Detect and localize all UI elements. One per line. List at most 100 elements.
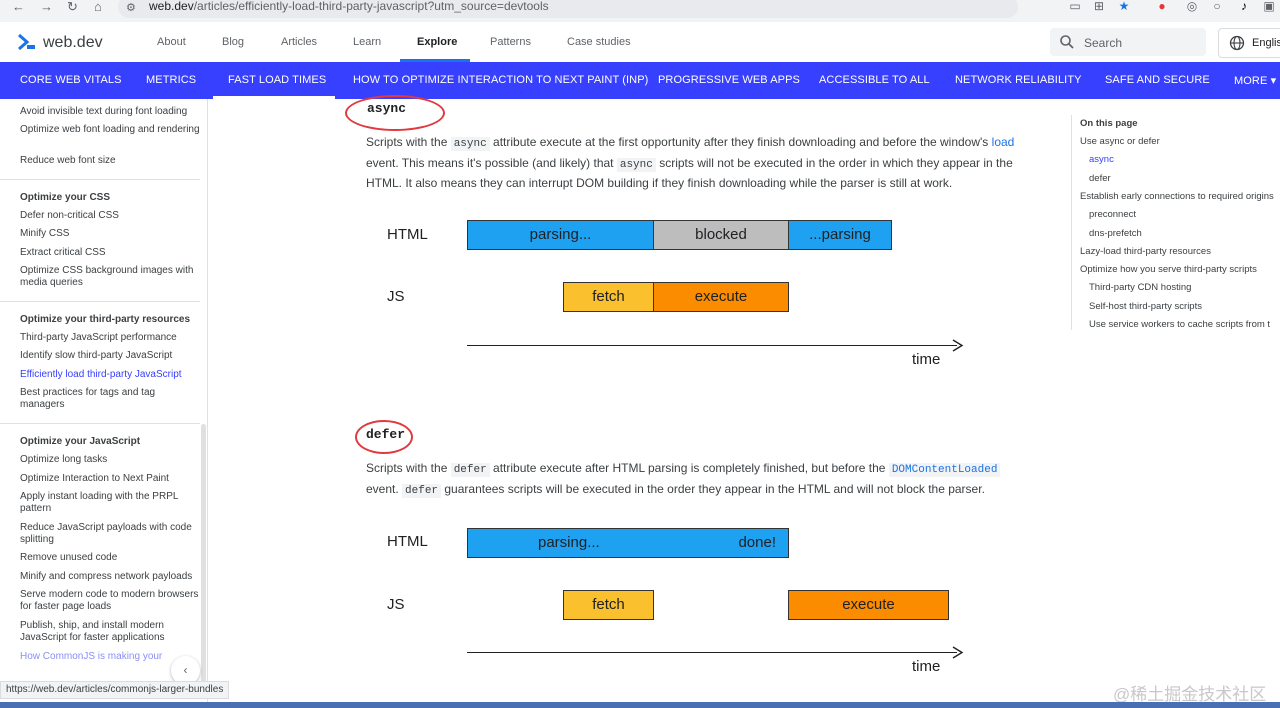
sidebar-heading[interactable]: Optimize your CSS bbox=[20, 192, 200, 204]
sidebar-item[interactable]: Minify and compress network payloads bbox=[20, 571, 200, 583]
bookmark-star-icon[interactable]: ★ bbox=[1117, 0, 1131, 13]
nav-learn[interactable]: Learn bbox=[353, 36, 381, 48]
sidebar-item[interactable]: Identify slow third-party JavaScript bbox=[20, 350, 200, 362]
category-safe-secure[interactable]: SAFE AND SECURE bbox=[1105, 74, 1210, 86]
sidebar-item[interactable]: Third-party JavaScript performance bbox=[20, 332, 200, 344]
category-core-web-vitals[interactable]: CORE WEB VITALS bbox=[20, 74, 122, 86]
parsing-bar: parsing... done! bbox=[467, 528, 789, 558]
nav-patterns[interactable]: Patterns bbox=[490, 36, 531, 48]
async-paragraph: Scripts with the async attribute execute… bbox=[366, 135, 1015, 190]
sidebar-item[interactable]: Reduce web font size bbox=[20, 155, 200, 167]
toc-item[interactable]: Use async or defer bbox=[1080, 136, 1160, 147]
sidebar-divider bbox=[0, 423, 200, 424]
red-annotation-circle bbox=[355, 420, 413, 454]
toc-item[interactable]: Optimize how you serve third-party scrip… bbox=[1080, 264, 1257, 275]
logo-text[interactable]: web.dev bbox=[43, 34, 103, 52]
sidebar-item[interactable]: Defer non-critical CSS bbox=[20, 210, 200, 222]
extension-red-icon[interactable]: ● bbox=[1155, 0, 1169, 13]
sidebar-item[interactable]: Optimize web font loading and rendering bbox=[20, 124, 200, 136]
extension-icon[interactable]: ◎ bbox=[1185, 0, 1199, 13]
chevron-left-icon: ‹ bbox=[183, 663, 188, 677]
inline-code: defer bbox=[402, 483, 442, 498]
sidebar-item[interactable]: Minify CSS bbox=[20, 228, 200, 240]
arrow-head-icon bbox=[952, 646, 964, 659]
category-accessible[interactable]: ACCESSIBLE TO ALL bbox=[819, 74, 930, 86]
sidebar-item[interactable]: Publish, ship, and install modern JavaSc… bbox=[20, 620, 200, 644]
taskbar-strip bbox=[0, 702, 1280, 708]
sidebar-item[interactable]: Avoid invisible text during font loading bbox=[20, 106, 200, 118]
extension-puzzle-icon[interactable]: ▣ bbox=[1262, 0, 1276, 13]
time-axis bbox=[467, 652, 957, 653]
sidebar-item-current[interactable]: Efficiently load third-party JavaScript bbox=[20, 369, 200, 381]
sidebar-item[interactable]: Optimize long tasks bbox=[20, 454, 200, 466]
nav-blog[interactable]: Blog bbox=[222, 36, 244, 48]
blocked-bar: blocked bbox=[653, 220, 789, 250]
extension-gray-icon[interactable]: ○ bbox=[1210, 0, 1224, 13]
sidebar-divider bbox=[0, 301, 200, 302]
nav-articles[interactable]: Articles bbox=[281, 36, 317, 48]
sidebar-item[interactable]: Apply instant loading with the PRPL patt… bbox=[20, 491, 200, 515]
url-text[interactable]: web.dev/articles/efficiently-load-third-… bbox=[149, 0, 549, 13]
toc-item[interactable]: Establish early connections to required … bbox=[1080, 191, 1274, 202]
translate-icon[interactable]: ⊞ bbox=[1092, 0, 1106, 13]
left-sidebar: Avoid invisible text during font loading… bbox=[0, 99, 208, 708]
nav-explore[interactable]: Explore bbox=[417, 36, 457, 48]
address-bar[interactable]: ⚙ web.dev/articles/efficiently-load-thir… bbox=[118, 0, 1018, 18]
category-more[interactable]: MORE ▾ bbox=[1234, 74, 1276, 87]
category-pwa[interactable]: PROGRESSIVE WEB APPS bbox=[658, 74, 800, 86]
status-bar-url: https://web.dev/articles/commonjs-larger… bbox=[0, 681, 230, 699]
toc-item[interactable]: preconnect bbox=[1089, 209, 1136, 220]
sidebar-item[interactable]: Remove unused code bbox=[20, 552, 200, 564]
load-event-link[interactable]: load bbox=[992, 135, 1015, 149]
browser-toolbar: ← → ↻ ⌂ ⚙ web.dev/articles/efficiently-l… bbox=[0, 0, 1280, 23]
category-fast-load-times[interactable]: FAST LOAD TIMES bbox=[228, 74, 326, 86]
language-label: Englis bbox=[1252, 37, 1280, 49]
done-label: done! bbox=[738, 534, 776, 551]
search-input[interactable]: Search bbox=[1050, 28, 1206, 56]
toc-item[interactable]: defer bbox=[1089, 173, 1111, 184]
category-metrics[interactable]: METRICS bbox=[146, 74, 196, 86]
search-placeholder: Search bbox=[1084, 36, 1123, 50]
webdev-logo-icon[interactable] bbox=[18, 34, 36, 50]
category-network-reliability[interactable]: NETWORK RELIABILITY bbox=[955, 74, 1082, 86]
dropdown-caret-icon: ▾ bbox=[1270, 75, 1277, 87]
back-icon[interactable]: ← bbox=[12, 0, 25, 14]
toc-item[interactable]: dns-prefetch bbox=[1089, 228, 1142, 239]
tiktok-icon[interactable]: ♪ bbox=[1237, 0, 1251, 13]
domcontentloaded-link[interactable]: DOMContentLoaded bbox=[888, 463, 1001, 477]
toc-item-current[interactable]: async bbox=[1089, 154, 1114, 165]
parsing-continue-bar: ...parsing bbox=[788, 220, 892, 250]
nav-about[interactable]: About bbox=[157, 36, 186, 48]
reload-icon[interactable]: ↻ bbox=[67, 0, 78, 14]
sidebar-item[interactable]: Extract critical CSS bbox=[20, 247, 200, 259]
toc-item[interactable]: Lazy-load third-party resources bbox=[1080, 246, 1211, 257]
category-inp[interactable]: HOW TO OPTIMIZE INTERACTION TO NEXT PAIN… bbox=[353, 74, 648, 86]
toc-item[interactable]: Third-party CDN hosting bbox=[1089, 282, 1191, 293]
execute-bar: execute bbox=[653, 282, 789, 312]
sidebar-item[interactable]: Optimize CSS background images with medi… bbox=[20, 265, 200, 289]
category-bar: CORE WEB VITALS METRICS FAST LOAD TIMES … bbox=[0, 62, 1280, 99]
language-selector[interactable]: Englis bbox=[1218, 28, 1280, 58]
site-info-icon[interactable]: ⚙ bbox=[126, 1, 136, 14]
html-lane-label: HTML bbox=[387, 226, 428, 243]
home-icon[interactable]: ⌂ bbox=[94, 0, 102, 14]
nav-case-studies[interactable]: Case studies bbox=[567, 36, 631, 48]
inline-code: defer bbox=[450, 463, 490, 477]
sidebar-item[interactable]: Reduce JavaScript payloads with code spl… bbox=[20, 522, 200, 546]
js-lane-label: JS bbox=[387, 596, 405, 613]
forward-icon[interactable]: → bbox=[40, 0, 53, 14]
time-label: time bbox=[912, 658, 941, 675]
sidebar-item[interactable]: Optimize Interaction to Next Paint bbox=[20, 473, 200, 485]
html-lane-label: HTML bbox=[387, 533, 428, 550]
inline-code: async bbox=[450, 137, 490, 151]
sidebar-heading[interactable]: Optimize your JavaScript bbox=[20, 436, 200, 448]
time-label: time bbox=[912, 351, 941, 368]
sidebar-item[interactable]: Serve modern code to modern browsers for… bbox=[20, 589, 200, 613]
toc-item[interactable]: Self-host third-party scripts bbox=[1089, 301, 1202, 312]
sidebar-item[interactable]: Best practices for tags and tag managers bbox=[20, 387, 200, 411]
fetch-bar: fetch bbox=[563, 282, 654, 312]
sidebar-scrollbar[interactable] bbox=[201, 424, 206, 686]
install-icon[interactable]: ▭ bbox=[1068, 0, 1082, 13]
sidebar-heading[interactable]: Optimize your third-party resources bbox=[20, 314, 200, 326]
toc-item[interactable]: Use service workers to cache scripts fro… bbox=[1089, 319, 1278, 330]
